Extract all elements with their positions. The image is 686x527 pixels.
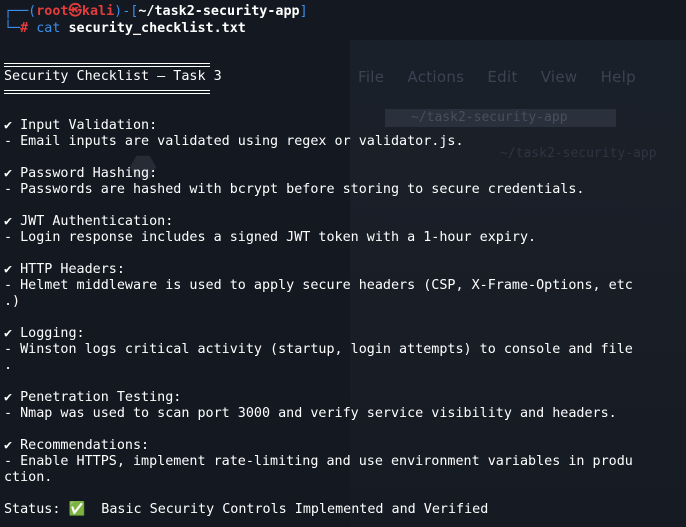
status-line: Status: ✅ Basic Security Controls Implem…	[4, 502, 489, 517]
section-heading: ✔ Penetration Testing:	[4, 390, 182, 405]
section-line: - Enable HTTPS, implement rate-limiting …	[4, 454, 633, 469]
section-line: - Nmap was used to scan port 3000 and ve…	[4, 406, 617, 421]
command-line: └─# cat security_checklist.txt	[4, 21, 246, 36]
command-name: cat	[36, 21, 61, 36]
title-rule-bottom-2	[4, 93, 210, 94]
section-heading: ✔ Password Hashing:	[4, 166, 158, 181]
section-line: - Passwords are hashed with bcrypt befor…	[4, 182, 585, 197]
section-line: - Login response includes a signed JWT t…	[4, 230, 537, 245]
section-heading: ✔ HTTP Headers:	[4, 262, 125, 277]
section-line: - Email inputs are validated using regex…	[4, 134, 464, 149]
command-arg: security_checklist.txt	[68, 21, 246, 36]
doc-title: Security Checklist – Task 3	[4, 69, 222, 84]
section-heading: ✔ JWT Authentication:	[4, 214, 174, 229]
title-rule-top	[4, 63, 210, 64]
section-heading: ✔ Logging:	[4, 326, 85, 341]
section-line: .	[4, 358, 13, 373]
section-line: - Helmet middleware is used to apply sec…	[4, 278, 633, 293]
title-rule-top-2	[4, 66, 210, 67]
section-line: ction.	[4, 470, 53, 485]
terminal[interactable]: ┌──(root㉿kali)-[~/task2-security-app] └─…	[0, 0, 686, 527]
title-rule-bottom	[4, 90, 210, 91]
prompt-path: ~/task2-security-app	[138, 4, 300, 19]
section-line: - Winston logs critical activity (startu…	[4, 342, 633, 357]
prompt-user: root㉿kali	[36, 4, 115, 19]
prompt-line: ┌──(root㉿kali)-[~/task2-security-app]	[4, 4, 308, 19]
section-heading: ✔ Recommendations:	[4, 438, 150, 453]
section-line: .)	[4, 294, 21, 309]
section-heading: ✔ Input Validation:	[4, 118, 158, 133]
